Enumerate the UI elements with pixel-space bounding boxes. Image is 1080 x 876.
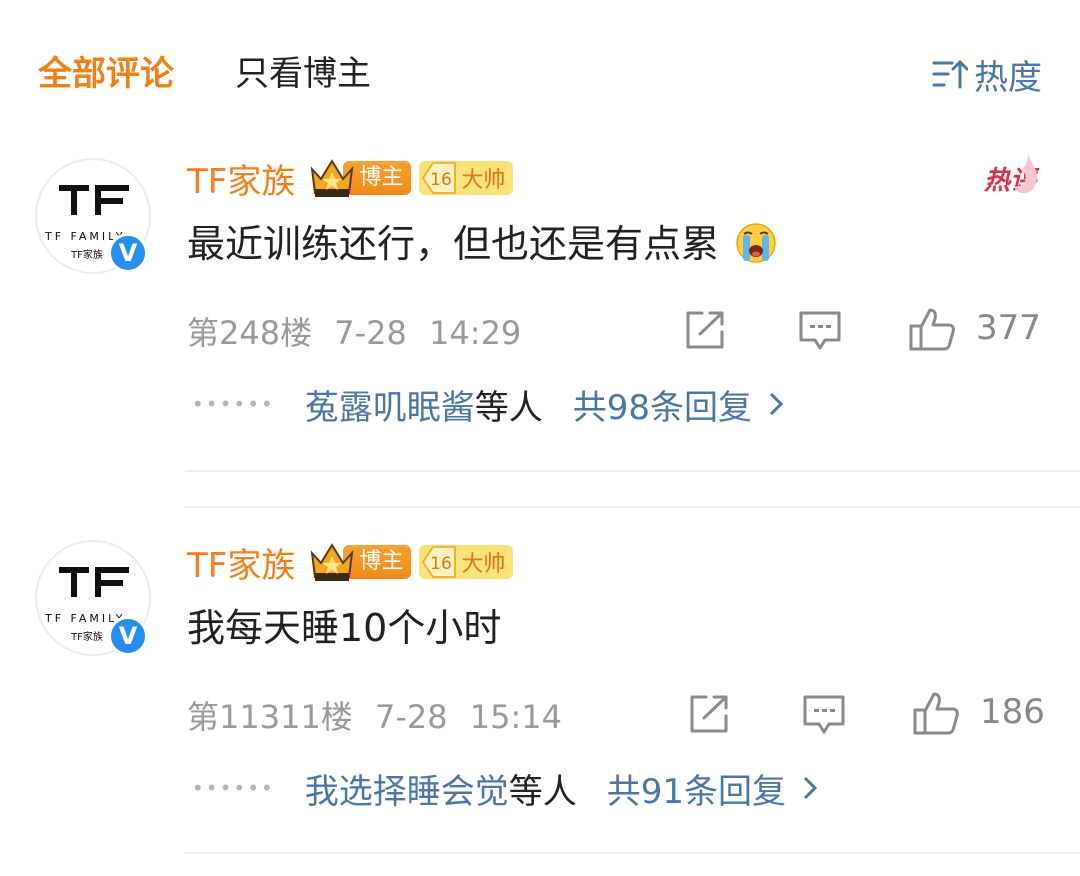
reply-total[interactable]: 共98条回复 <box>573 380 752 429</box>
reply-etc: 等人 <box>508 771 577 812</box>
chevron-right-icon <box>803 776 818 800</box>
master-level: 16 <box>431 170 453 190</box>
crown-icon <box>310 159 354 197</box>
comment-icon <box>799 311 841 350</box>
chevron-right-icon <box>769 392 784 416</box>
like-button[interactable] <box>908 306 956 352</box>
divider <box>185 852 1080 854</box>
level-icon: 16 <box>419 161 459 195</box>
comment-text: 我每天睡10个小时 <box>187 606 502 650</box>
replies-preview[interactable]: •••••• 我选择睡会觉 等人 共91条回复 <box>192 764 818 813</box>
divider <box>185 470 1080 472</box>
comment-meta: 第248楼 7-28 14:29 <box>187 308 521 354</box>
crown-icon <box>310 543 354 581</box>
reply-etc: 等人 <box>474 387 543 428</box>
level-icon: 16 <box>419 545 459 579</box>
verified-icon: V <box>108 233 148 273</box>
floor-number: 第11311楼 <box>187 698 353 736</box>
reply-button[interactable] <box>798 310 842 352</box>
replies-preview[interactable]: •••••• 菟露叽眠酱 等人 共98条回复 <box>192 380 784 429</box>
master-badge: 16 大帅 <box>419 161 514 195</box>
comment-date: 7-28 <box>374 698 448 736</box>
divider <box>185 506 1080 508</box>
tf-logo-icon <box>59 567 129 597</box>
tab-all-comments[interactable]: 全部评论 <box>38 52 174 96</box>
share-button[interactable] <box>688 694 730 734</box>
thumbs-up-icon <box>913 692 959 735</box>
username[interactable]: TF家族 <box>187 154 295 203</box>
sort-icon <box>932 59 968 89</box>
crying-emoji-icon <box>736 223 776 263</box>
reply-users[interactable]: 我选择睡会觉 <box>305 764 509 813</box>
like-count: 377 <box>976 308 1041 348</box>
flame-icon <box>1014 154 1038 194</box>
master-badge-label: 大帅 <box>461 552 506 577</box>
tf-logo-icon <box>59 185 129 215</box>
sort-label: 热度 <box>974 57 1042 98</box>
like-count: 186 <box>980 692 1045 732</box>
comment-date: 7-28 <box>334 314 407 352</box>
username[interactable]: TF家族 <box>187 538 295 587</box>
master-level: 16 <box>431 554 453 574</box>
comment-meta: 第11311楼 7-28 15:14 <box>187 692 562 738</box>
tab-blogger-only[interactable]: 只看博主 <box>235 52 371 96</box>
user-row: TF家族 博主 16 大帅 <box>187 154 514 203</box>
sort-by-hot-button[interactable]: 热度 <box>932 52 1042 98</box>
floor-number: 第248楼 <box>187 314 313 352</box>
like-button[interactable] <box>912 690 960 736</box>
comment-text: 最近训练还行，但也还是有点累 <box>187 218 779 270</box>
reply-button[interactable] <box>802 694 846 736</box>
avatar-subtext: TF家族 <box>71 250 103 261</box>
master-badge-label: 大帅 <box>461 168 506 193</box>
share-icon <box>686 311 724 349</box>
verified-icon: V <box>108 616 148 656</box>
share-button[interactable] <box>684 310 726 350</box>
comment-time: 14:29 <box>429 314 522 352</box>
ellipsis-icon: •••••• <box>192 392 275 416</box>
reply-total[interactable]: 共91条回复 <box>607 764 786 813</box>
master-badge: 16 大帅 <box>419 545 514 579</box>
hot-comment-badge: 热评 <box>984 154 1038 197</box>
comment-icon <box>803 695 845 734</box>
share-icon <box>690 695 728 733</box>
user-row: TF家族 博主 16 大帅 <box>187 538 514 587</box>
comment-time: 15:14 <box>469 698 562 736</box>
reply-users[interactable]: 菟露叽眠酱 <box>305 380 475 429</box>
comment-tabs: 全部评论 只看博主 热度 <box>0 0 1080 150</box>
blogger-badge: 博主 <box>309 541 412 583</box>
blogger-badge: 博主 <box>309 157 412 199</box>
ellipsis-icon: •••••• <box>192 776 275 800</box>
thumbs-up-icon <box>909 308 955 351</box>
avatar-subtext: TF家族 <box>71 632 103 643</box>
